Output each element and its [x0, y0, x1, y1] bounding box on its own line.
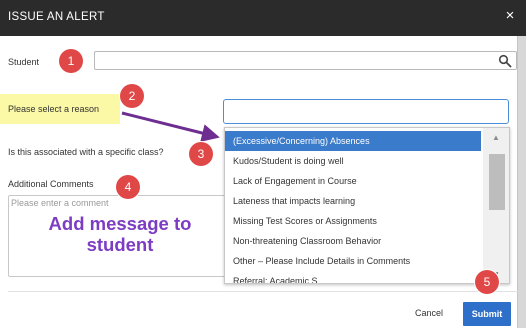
- close-icon: ×: [505, 7, 515, 24]
- reason-label: Please select a reason: [8, 104, 100, 114]
- dropdown-option[interactable]: Missing Test Scores or Assignments: [225, 211, 481, 231]
- annotation-badge-4: 4: [116, 175, 140, 199]
- annotation-badge-5: 5: [475, 270, 499, 294]
- reason-dropdown-list[interactable]: (Excessive/Concerning) Absences Kudos/St…: [224, 127, 510, 284]
- dropdown-option[interactable]: Kudos/Student is doing well: [225, 151, 481, 171]
- dropdown-option[interactable]: (Excessive/Concerning) Absences: [225, 131, 481, 151]
- chevron-up-icon[interactable]: ▲: [483, 130, 509, 146]
- background-page-edge: [517, 36, 526, 328]
- student-search-input[interactable]: [94, 51, 517, 70]
- comments-label: Additional Comments: [8, 179, 94, 189]
- close-button[interactable]: ×: [498, 4, 522, 28]
- dropdown-option[interactable]: Non-threatening Classroom Behavior: [225, 231, 481, 251]
- dropdown-option[interactable]: Lack of Engagement in Course: [225, 171, 481, 191]
- annotation-badge-2: 2: [120, 84, 144, 108]
- dropdown-option[interactable]: Other – Please Include Details in Commen…: [225, 251, 481, 271]
- cancel-button[interactable]: Cancel: [403, 305, 455, 321]
- annotation-overlay-text: Add message to student: [48, 213, 192, 255]
- comments-placeholder: Please enter a comment: [11, 198, 109, 208]
- dropdown-option[interactable]: Lateness that impacts learning: [225, 191, 481, 211]
- reason-select-input[interactable]: [223, 99, 509, 124]
- dialog-header: ISSUE AN ALERT ×: [0, 0, 526, 36]
- student-label: Student: [8, 57, 40, 67]
- dropdown-option[interactable]: Referral: Academic S...: [225, 271, 481, 283]
- submit-button[interactable]: Submit: [463, 302, 511, 326]
- search-icon[interactable]: [498, 54, 512, 68]
- class-question-label: Is this associated with a specific class…: [8, 147, 164, 157]
- reason-label-highlight: Please select a reason: [0, 94, 120, 124]
- dialog-title: ISSUE AN ALERT: [8, 11, 105, 23]
- scrollbar-thumb[interactable]: [489, 154, 505, 210]
- annotation-badge-1: 1: [59, 49, 83, 73]
- annotation-badge-3: 3: [189, 142, 213, 166]
- footer-divider: [8, 291, 518, 292]
- dropdown-scrollbar[interactable]: ▲ ▼: [483, 128, 509, 283]
